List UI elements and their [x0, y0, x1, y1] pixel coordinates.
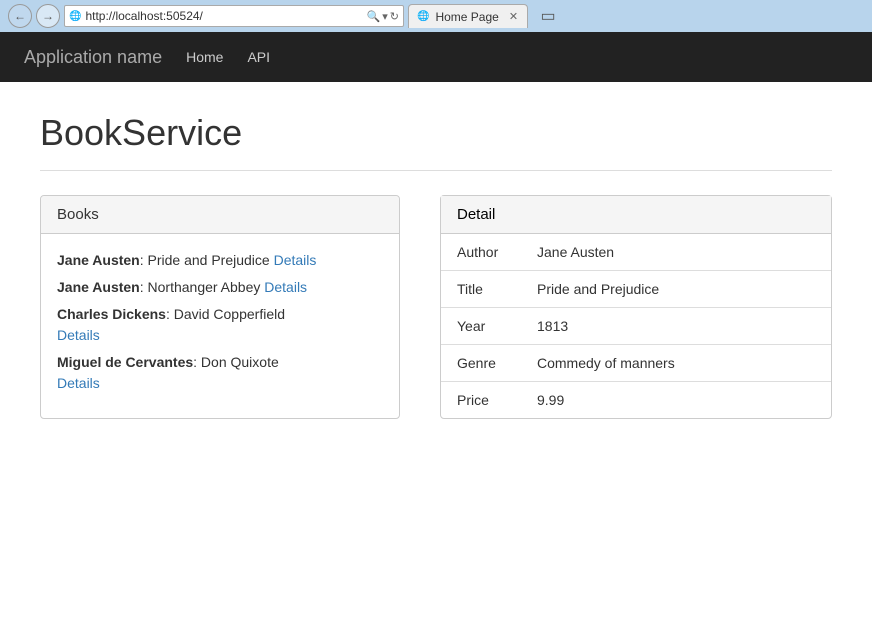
table-row: Year 1813	[441, 308, 831, 345]
table-row: Author Jane Austen	[441, 234, 831, 271]
book-author: Jane Austen	[57, 252, 140, 268]
title-value: Pride and Prejudice	[521, 271, 831, 308]
page-title: BookService	[40, 112, 832, 154]
nav-home-link[interactable]: Home	[186, 49, 223, 65]
app-brand[interactable]: Application name	[24, 47, 162, 68]
books-panel-body: Jane Austen: Pride and Prejudice Details…	[41, 234, 399, 416]
detail-panel-header: Detail	[441, 196, 831, 234]
address-bar[interactable]: 🌐 http://localhost:50524/ 🔍 ▾ ↻	[64, 5, 404, 27]
navbar: Application name Home API	[0, 32, 872, 82]
detail-panel: Detail Author Jane Austen Title Pride an…	[440, 195, 832, 419]
genre-value: Commedy of manners	[521, 345, 831, 382]
search-icon[interactable]: 🔍	[367, 10, 381, 23]
tab-favicon-icon: 🌐	[417, 11, 429, 22]
browser-content: Application name Home API BookService Bo…	[0, 32, 872, 636]
price-value: 9.99	[521, 382, 831, 419]
books-panel-header: Books	[41, 196, 399, 234]
address-bar-actions: 🔍 ▾ ↻	[367, 10, 399, 23]
list-item: Jane Austen: Northanger Abbey Details	[57, 277, 383, 298]
main-columns: Books Jane Austen: Pride and Prejudice D…	[40, 195, 832, 419]
list-item: Charles Dickens: David Copperfield Detai…	[57, 304, 383, 346]
tab-close-button[interactable]: ✕	[509, 10, 518, 23]
book-details-link-2[interactable]: Details	[264, 279, 307, 295]
author-label: Author	[441, 234, 521, 271]
year-value: 1813	[521, 308, 831, 345]
book-details-link-3[interactable]: Details	[57, 327, 100, 343]
book-author: Jane Austen	[57, 279, 140, 295]
nav-api-link[interactable]: API	[247, 49, 270, 65]
table-row: Price 9.99	[441, 382, 831, 419]
list-item: Jane Austen: Pride and Prejudice Details	[57, 250, 383, 271]
new-tab-button[interactable]: ▭	[536, 4, 560, 28]
back-button[interactable]: ←	[8, 4, 32, 28]
table-row: Genre Commedy of manners	[441, 345, 831, 382]
book-author: Charles Dickens	[57, 306, 166, 322]
books-panel: Books Jane Austen: Pride and Prejudice D…	[40, 195, 400, 419]
forward-button[interactable]: →	[36, 4, 60, 28]
list-item: Miguel de Cervantes: Don Quixote Details	[57, 352, 383, 394]
browser-title-bar: ← → 🌐 http://localhost:50524/ 🔍 ▾ ↻ 🌐 Ho…	[0, 0, 872, 32]
separator: ▾	[382, 10, 388, 23]
address-bar-icon: 🌐	[69, 11, 81, 22]
browser-window: ← → 🌐 http://localhost:50524/ 🔍 ▾ ↻ 🌐 Ho…	[0, 0, 872, 636]
page-content: BookService Books Jane Austen: Pride and…	[0, 82, 872, 636]
browser-tab[interactable]: 🌐 Home Page ✕	[408, 4, 528, 28]
tab-label: Home Page	[435, 10, 498, 24]
table-row: Title Pride and Prejudice	[441, 271, 831, 308]
address-bar-text: http://localhost:50524/	[85, 9, 362, 23]
divider	[40, 170, 832, 171]
book-details-link-4[interactable]: Details	[57, 375, 100, 391]
book-details-link-1[interactable]: Details	[274, 252, 317, 268]
author-value: Jane Austen	[521, 234, 831, 271]
genre-label: Genre	[441, 345, 521, 382]
year-label: Year	[441, 308, 521, 345]
book-author: Miguel de Cervantes	[57, 354, 193, 370]
title-label: Title	[441, 271, 521, 308]
price-label: Price	[441, 382, 521, 419]
detail-table: Detail Author Jane Austen Title Pride an…	[441, 196, 831, 418]
refresh-icon[interactable]: ↻	[390, 10, 399, 23]
